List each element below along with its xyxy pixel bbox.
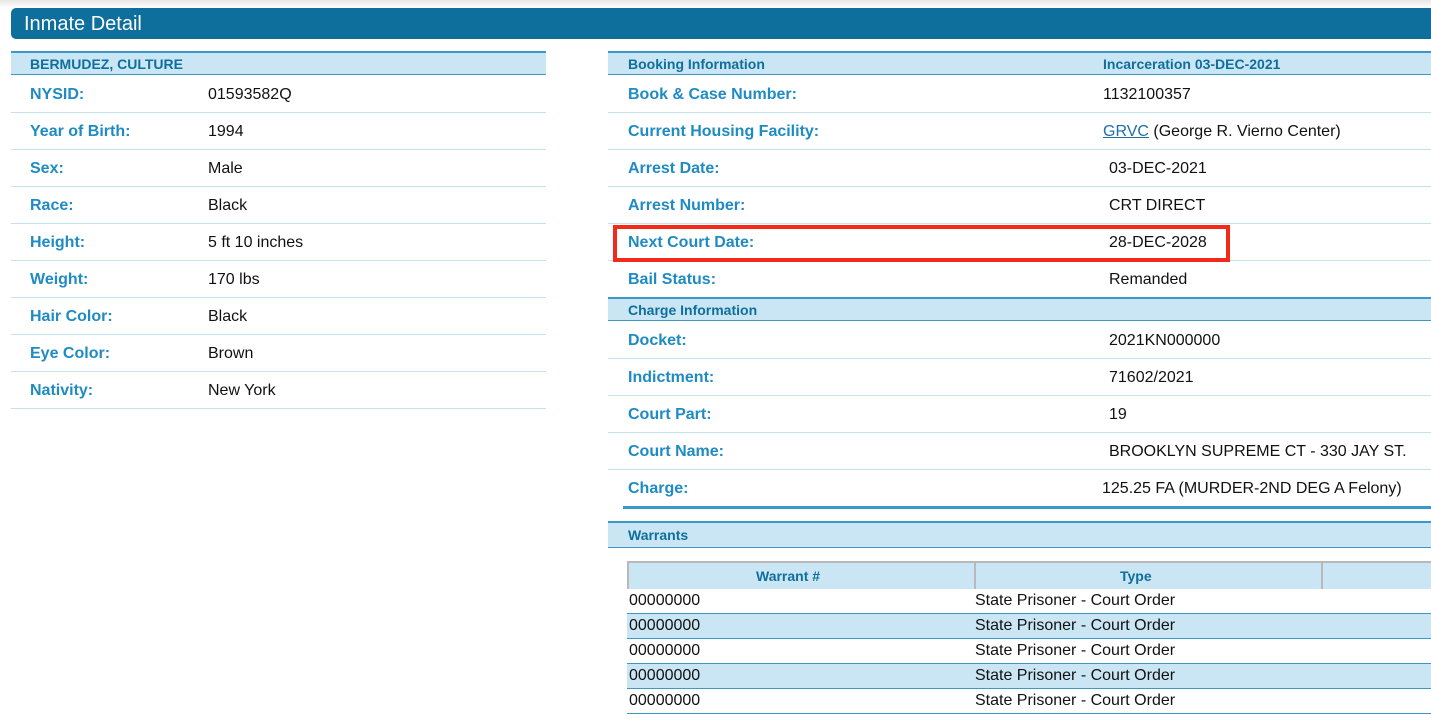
next-court-date-label: Next Court Date: (628, 234, 755, 251)
warrant-type: State Prisoner - Court Order (975, 642, 1176, 659)
eye-color-value: Brown (208, 345, 254, 362)
personal-row-hair-color: Hair Color: Black (11, 298, 546, 335)
arrest-number-label: Arrest Number: (628, 197, 746, 214)
page-title-bar: Inmate Detail (11, 8, 1431, 39)
bail-status-label: Bail Status: (628, 271, 717, 288)
column-separator (1321, 563, 1323, 589)
year-of-birth-value: 1994 (208, 123, 244, 140)
booking-row-book-case: Book & Case Number: 1132100357 (608, 76, 1431, 113)
booking-row-arrest-date: Arrest Date: 03-DEC-2021 (608, 150, 1431, 187)
column-separator (974, 563, 976, 589)
book-case-label: Book & Case Number: (628, 86, 797, 103)
sex-value: Male (208, 160, 243, 177)
warrant-number: 00000000 (629, 617, 701, 634)
warrant-type: State Prisoner - Court Order (975, 667, 1176, 684)
next-court-date-value: 28-DEC-2028 (1109, 234, 1207, 251)
personal-row-nativity: Nativity: New York (11, 372, 546, 409)
weight-label: Weight: (30, 271, 89, 288)
warrants-table-header: Warrant # Type (627, 561, 1431, 589)
warrant-type: State Prisoner - Court Order (975, 617, 1176, 634)
personal-row-eye-color: Eye Color: Brown (11, 335, 546, 372)
booking-row-next-court-date: Next Court Date: 28-DEC-2028 (608, 224, 1431, 261)
personal-row-race: Race: Black (11, 187, 546, 224)
nativity-value: New York (208, 382, 276, 399)
warrant-type-column-header: Type (1120, 568, 1152, 584)
arrest-date-value: 03-DEC-2021 (1109, 160, 1207, 177)
race-value: Black (208, 197, 248, 214)
charge-row-court-name: Court Name: BROOKLYN SUPREME CT - 330 JA… (608, 433, 1431, 470)
housing-facility-name: (George R. Vierno Center) (1153, 123, 1341, 140)
warrant-row: 00000000 State Prisoner - Court Order (627, 664, 1431, 689)
docket-label: Docket: (628, 332, 687, 349)
warrant-number: 00000000 (629, 642, 701, 659)
personal-row-nysid: NYSID: 01593582Q (11, 76, 546, 113)
booking-header: Booking Information Incarceration 03-DEC… (608, 51, 1431, 75)
housing-facility-link[interactable]: GRVC (1103, 123, 1149, 140)
charge-value: 125.25 FA (MURDER-2ND DEG A Felony) (1102, 480, 1402, 497)
court-name-value: BROOKLYN SUPREME CT - 330 JAY ST. (1109, 443, 1407, 460)
personal-row-height: Height: 5 ft 10 inches (11, 224, 546, 261)
warrant-number: 00000000 (629, 667, 701, 684)
weight-value: 170 lbs (208, 271, 260, 288)
personal-name-header: BERMUDEZ, CULTURE (11, 51, 546, 75)
indictment-value: 71602/2021 (1109, 369, 1194, 386)
warrant-row: 00000000 State Prisoner - Court Order (627, 589, 1431, 614)
booking-row-bail-status: Bail Status: Remanded (608, 261, 1431, 298)
warrant-row: 00000000 State Prisoner - Court Order (627, 639, 1431, 664)
docket-value: 2021KN000000 (1109, 332, 1221, 349)
warrant-number: 00000000 (629, 692, 701, 709)
charge-row-court-part: Court Part: 19 (608, 396, 1431, 433)
warrants-header-title: Warrants (628, 527, 689, 543)
charge-divider (623, 506, 1431, 509)
eye-color-label: Eye Color: (30, 345, 111, 362)
booking-row-arrest-number: Arrest Number: CRT DIRECT (608, 187, 1431, 224)
book-case-value: 1132100357 (1103, 86, 1191, 103)
personal-row-sex: Sex: Male (11, 150, 546, 187)
page-title: Inmate Detail (24, 13, 142, 35)
charge-header: Charge Information (608, 297, 1431, 321)
court-part-value: 19 (1109, 406, 1127, 423)
hair-color-value: Black (208, 308, 248, 325)
inmate-name: BERMUDEZ, CULTURE (30, 56, 183, 72)
bail-status-value: Remanded (1109, 271, 1188, 288)
sex-label: Sex: (30, 160, 64, 177)
year-of-birth-label: Year of Birth: (30, 123, 131, 140)
nativity-label: Nativity: (30, 382, 94, 399)
booking-header-title: Booking Information (628, 56, 765, 72)
nysid-value: 01593582Q (208, 86, 292, 103)
height-label: Height: (30, 234, 86, 251)
personal-row-weight: Weight: 170 lbs (11, 261, 546, 298)
warrant-type: State Prisoner - Court Order (975, 692, 1176, 709)
personal-row-year-of-birth: Year of Birth: 1994 (11, 113, 546, 150)
charge-header-title: Charge Information (628, 302, 758, 318)
race-label: Race: (30, 197, 74, 214)
indictment-label: Indictment: (628, 369, 715, 386)
court-part-label: Court Part: (628, 406, 712, 423)
height-value: 5 ft 10 inches (208, 234, 304, 251)
booking-row-housing: Current Housing Facility: GRVC (George R… (608, 113, 1431, 150)
charge-label: Charge: (628, 480, 689, 497)
arrest-number-value: CRT DIRECT (1109, 197, 1206, 214)
charge-row-charge: Charge: 125.25 FA (MURDER-2ND DEG A Felo… (608, 470, 1431, 507)
hair-color-label: Hair Color: (30, 308, 113, 325)
charge-row-indictment: Indictment: 71602/2021 (608, 359, 1431, 396)
arrest-date-label: Arrest Date: (628, 160, 720, 177)
housing-facility-label: Current Housing Facility: (628, 123, 820, 140)
warrant-number: 00000000 (629, 592, 701, 609)
nysid-label: NYSID: (30, 86, 85, 103)
browser-top-strip (0, 0, 1431, 8)
warrants-header: Warrants (608, 521, 1431, 548)
warrant-type: State Prisoner - Court Order (975, 592, 1176, 609)
charge-row-docket: Docket: 2021KN000000 (608, 322, 1431, 359)
warrant-row: 00000000 State Prisoner - Court Order (627, 614, 1431, 639)
warrant-row: 00000000 State Prisoner - Court Order (627, 689, 1431, 714)
warrant-number-column-header: Warrant # (756, 568, 821, 584)
incarceration-date-header: Incarceration 03-DEC-2021 (1103, 56, 1281, 72)
court-name-label: Court Name: (628, 443, 725, 460)
housing-facility-value: GRVC (George R. Vierno Center) (1103, 123, 1341, 141)
